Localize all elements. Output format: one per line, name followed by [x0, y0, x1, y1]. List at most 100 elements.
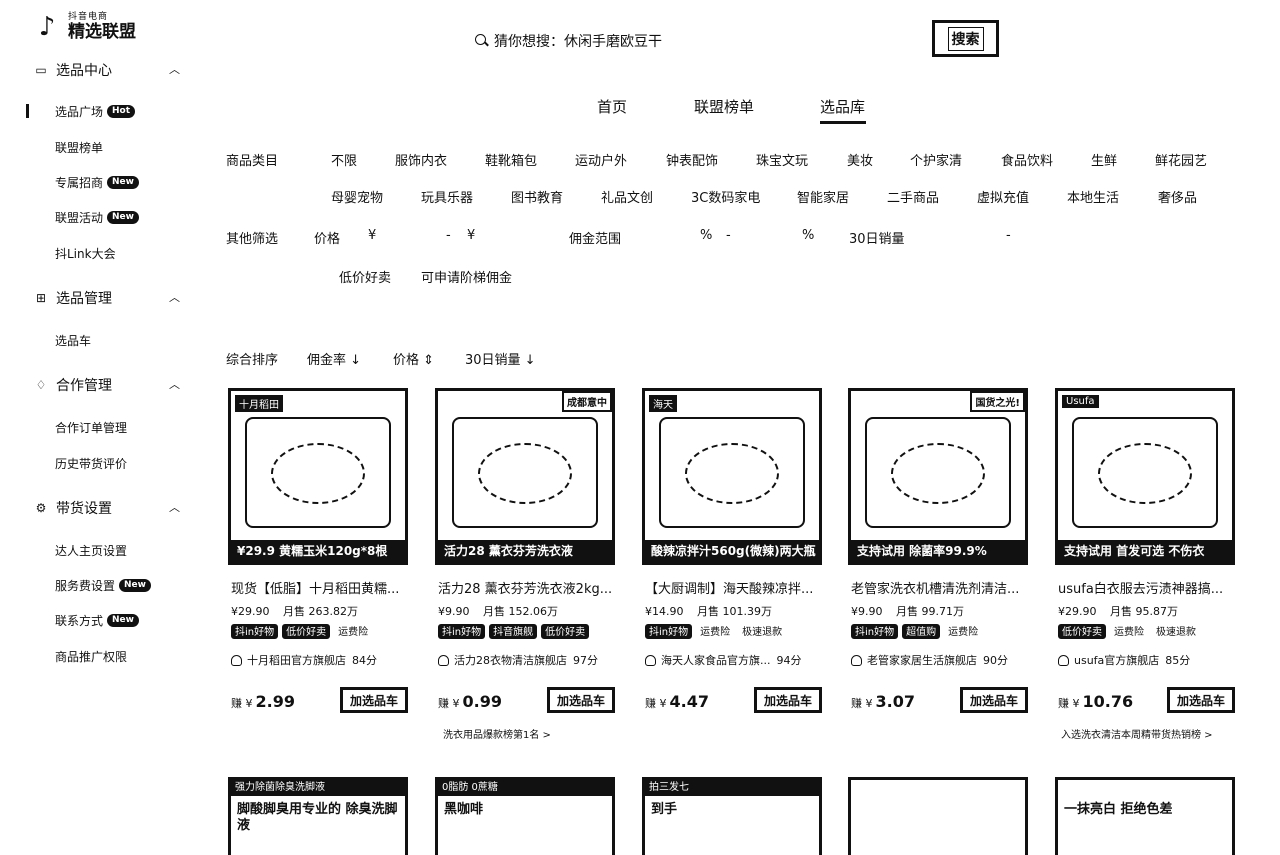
product-card[interactable]: 海天 酸辣凉拌汁560g(微辣)两大瓶 【大厨调制】海天酸辣凉拌... ¥14.…: [642, 388, 822, 748]
add-to-cart-button[interactable]: 加选品车: [960, 687, 1028, 713]
product-image[interactable]: 海天 酸辣凉拌汁560g(微辣)两大瓶: [642, 388, 822, 565]
commission-max-input[interactable]: %: [802, 228, 814, 243]
category-chip[interactable]: 礼品文创: [601, 187, 653, 206]
add-to-cart-button[interactable]: 加选品车: [340, 687, 408, 713]
shop-info[interactable]: 海天人家食品官方旗... 94分: [645, 652, 802, 668]
sidebar-item-service-fee[interactable]: 服务费设置 New: [55, 576, 151, 594]
category-chip[interactable]: 玩具乐器: [421, 187, 473, 206]
add-to-cart-button[interactable]: 加选品车: [547, 687, 615, 713]
new-badge: New: [107, 210, 139, 224]
search-button[interactable]: 搜索: [932, 20, 999, 57]
product-card[interactable]: 国货之光! 支持试用 除菌率99.9% 老管家洗衣机槽清洗剂清洁... ¥9.9…: [848, 388, 1028, 748]
product-image[interactable]: 成都意中 活力28 薰衣芬芳洗衣液: [435, 388, 615, 565]
category-chip[interactable]: 服饰内衣: [395, 150, 447, 169]
product-monthly-sales: 月售 101.39万: [697, 605, 772, 618]
sort-comprehensive[interactable]: 综合排序: [226, 349, 278, 368]
price-min-input[interactable]: ¥: [368, 228, 376, 243]
product-title[interactable]: 活力28 薰衣芬芳洗衣液2kg...: [438, 578, 616, 597]
image-caption: 支持试用 除菌率99.9%: [851, 540, 1025, 562]
category-chip[interactable]: 二手商品: [887, 187, 939, 206]
product-title[interactable]: 现货【低脂】十月稻田黄糯...: [231, 578, 409, 597]
tab-home[interactable]: 首页: [597, 96, 627, 117]
shop-info[interactable]: 活力28衣物清洁旗舰店 97分: [438, 652, 598, 668]
nav-group-selection-management[interactable]: ⊞ 选品管理 ︿: [34, 288, 184, 308]
earning: 赚 ¥ 4.47: [645, 692, 709, 711]
sidebar-item-alliance-ranking[interactable]: 联盟榜单: [55, 138, 103, 156]
nav-group-cooperation[interactable]: ♢ 合作管理 ︿: [34, 375, 184, 395]
sidebar-item-contact[interactable]: 联系方式 New: [55, 611, 139, 629]
category-chip[interactable]: 3C数码家电: [691, 187, 760, 206]
product-title[interactable]: 【大厨调制】海天酸辣凉拌...: [645, 578, 823, 597]
category-chip[interactable]: 美妆: [847, 150, 873, 169]
sidebar-item-exclusive-invest[interactable]: 专属招商 New: [55, 173, 139, 191]
price-max-input[interactable]: ¥: [467, 228, 475, 243]
sidebar-item-selection-plaza[interactable]: 选品广场 Hot: [55, 102, 136, 120]
product-image[interactable]: Usufa 支持试用 首发可选 不伤衣: [1055, 388, 1235, 565]
product-image[interactable]: 0脂肪 0蔗糖 黑咖啡: [435, 777, 615, 855]
category-chip[interactable]: 图书教育: [511, 187, 563, 206]
add-to-cart-button[interactable]: 加选品车: [754, 687, 822, 713]
add-to-cart-button[interactable]: 加选品车: [1167, 687, 1235, 713]
product-image[interactable]: [848, 777, 1028, 855]
ranking-link[interactable]: 入选洗衣清洁本周精带货热销榜 >: [1061, 726, 1213, 741]
commission-dash: -: [726, 228, 731, 243]
earning: 赚 ¥ 3.07: [851, 692, 915, 711]
shop-info[interactable]: 老管家家居生活旗舰店 90分: [851, 652, 1008, 668]
chevron-up-icon: ︿: [169, 291, 180, 304]
commission-min-input[interactable]: %: [700, 228, 712, 243]
category-chip[interactable]: 本地生活: [1067, 187, 1119, 206]
shop-info[interactable]: usufa官方旗舰店 85分: [1058, 652, 1190, 668]
category-chip[interactable]: 个护家清: [910, 150, 962, 169]
sidebar-item-douyin-link[interactable]: 抖Link大会: [55, 244, 116, 262]
category-chip[interactable]: 珠宝文玩: [756, 150, 808, 169]
sidebar-item-coop-orders[interactable]: 合作订单管理: [55, 418, 127, 436]
product-card[interactable]: 十月稻田 ¥29.9 黄糯玉米120g*8根 现货【低脂】十月稻田黄糯... ¥…: [228, 388, 408, 748]
quick-filter-low-price[interactable]: 低价好卖: [339, 267, 391, 286]
tab-selection-library[interactable]: 选品库: [820, 96, 865, 117]
product-title[interactable]: usufa白衣服去污渍神器搞...: [1058, 578, 1236, 597]
sort-sales[interactable]: 30日销量 ↓: [465, 349, 536, 368]
product-tag: 低价好卖: [282, 624, 331, 639]
sidebar-item-history-reviews[interactable]: 历史带货评价: [55, 454, 127, 472]
sidebar-item-alliance-activity[interactable]: 联盟活动 New: [55, 208, 139, 226]
nav-group-sales-settings[interactable]: ⚙ 带货设置 ︿: [34, 498, 184, 518]
category-chip[interactable]: 钟表配饰: [666, 150, 718, 169]
shop-info[interactable]: 十月稻田官方旗舰店 84分: [231, 652, 377, 668]
product-image[interactable]: 一抹亮白 拒绝色差: [1055, 777, 1235, 855]
nav-group-selection-center[interactable]: ▭ 选品中心 ︿: [34, 60, 184, 80]
ranking-link[interactable]: 洗衣用品爆款榜第1名 >: [443, 726, 551, 741]
product-price: ¥29.90: [231, 605, 270, 618]
category-chip[interactable]: 不限: [331, 150, 357, 169]
category-chip[interactable]: 鞋靴箱包: [485, 150, 537, 169]
product-image[interactable]: 国货之光! 支持试用 除菌率99.9%: [848, 388, 1028, 565]
product-tag: 抖in好物: [851, 624, 899, 639]
product-image[interactable]: 强力除菌除臭洗脚液 脚酸脚臭用专业的 除臭洗脚液: [228, 777, 408, 855]
search-input[interactable]: 猜你想搜：休闲手磨欧豆干: [474, 31, 662, 51]
product-image[interactable]: 拍三发七 到手: [642, 777, 822, 855]
category-chip[interactable]: 虚拟充值: [977, 187, 1029, 206]
new-badge: New: [119, 578, 151, 592]
product-card[interactable]: 成都意中 活力28 薰衣芬芳洗衣液 活力28 薰衣芬芳洗衣液2kg... ¥9.…: [435, 388, 615, 748]
sidebar-item-homepage-settings[interactable]: 达人主页设置: [55, 541, 127, 559]
tab-alliance-ranking[interactable]: 联盟榜单: [694, 96, 754, 117]
sort-commission[interactable]: 佣金率 ↓: [307, 349, 361, 368]
category-chip[interactable]: 运动户外: [575, 150, 627, 169]
commission-label: 佣金范围: [569, 232, 622, 247]
product-image[interactable]: 十月稻田 ¥29.9 黄糯玉米120g*8根: [228, 388, 408, 565]
category-chip[interactable]: 鲜花园艺: [1155, 150, 1207, 169]
category-chip[interactable]: 智能家居: [797, 187, 849, 206]
product-card[interactable]: Usufa 支持试用 首发可选 不伤衣 usufa白衣服去污渍神器搞... ¥2…: [1055, 388, 1235, 748]
shop-icon: [1058, 654, 1069, 666]
sidebar-item-selection-cart[interactable]: 选品车: [55, 331, 91, 349]
image-badge: 成都意中: [562, 391, 612, 412]
category-chip[interactable]: 食品饮料: [1001, 150, 1053, 169]
category-chip[interactable]: 生鲜: [1091, 150, 1117, 169]
brand-logo[interactable]: ♪ 抖音电商 精选联盟: [32, 10, 136, 44]
sidebar-item-promo-permission[interactable]: 商品推广权限: [55, 647, 127, 665]
product-title[interactable]: 老管家洗衣机槽清洗剂清洁...: [851, 578, 1029, 597]
sort-price[interactable]: 价格 ⇕: [393, 349, 434, 368]
quick-filter-tiered-commission[interactable]: 可申请阶梯佣金: [421, 267, 512, 286]
active-tab-underline: [820, 121, 866, 124]
category-chip[interactable]: 奢侈品: [1158, 187, 1197, 206]
category-chip[interactable]: 母婴宠物: [331, 187, 383, 206]
